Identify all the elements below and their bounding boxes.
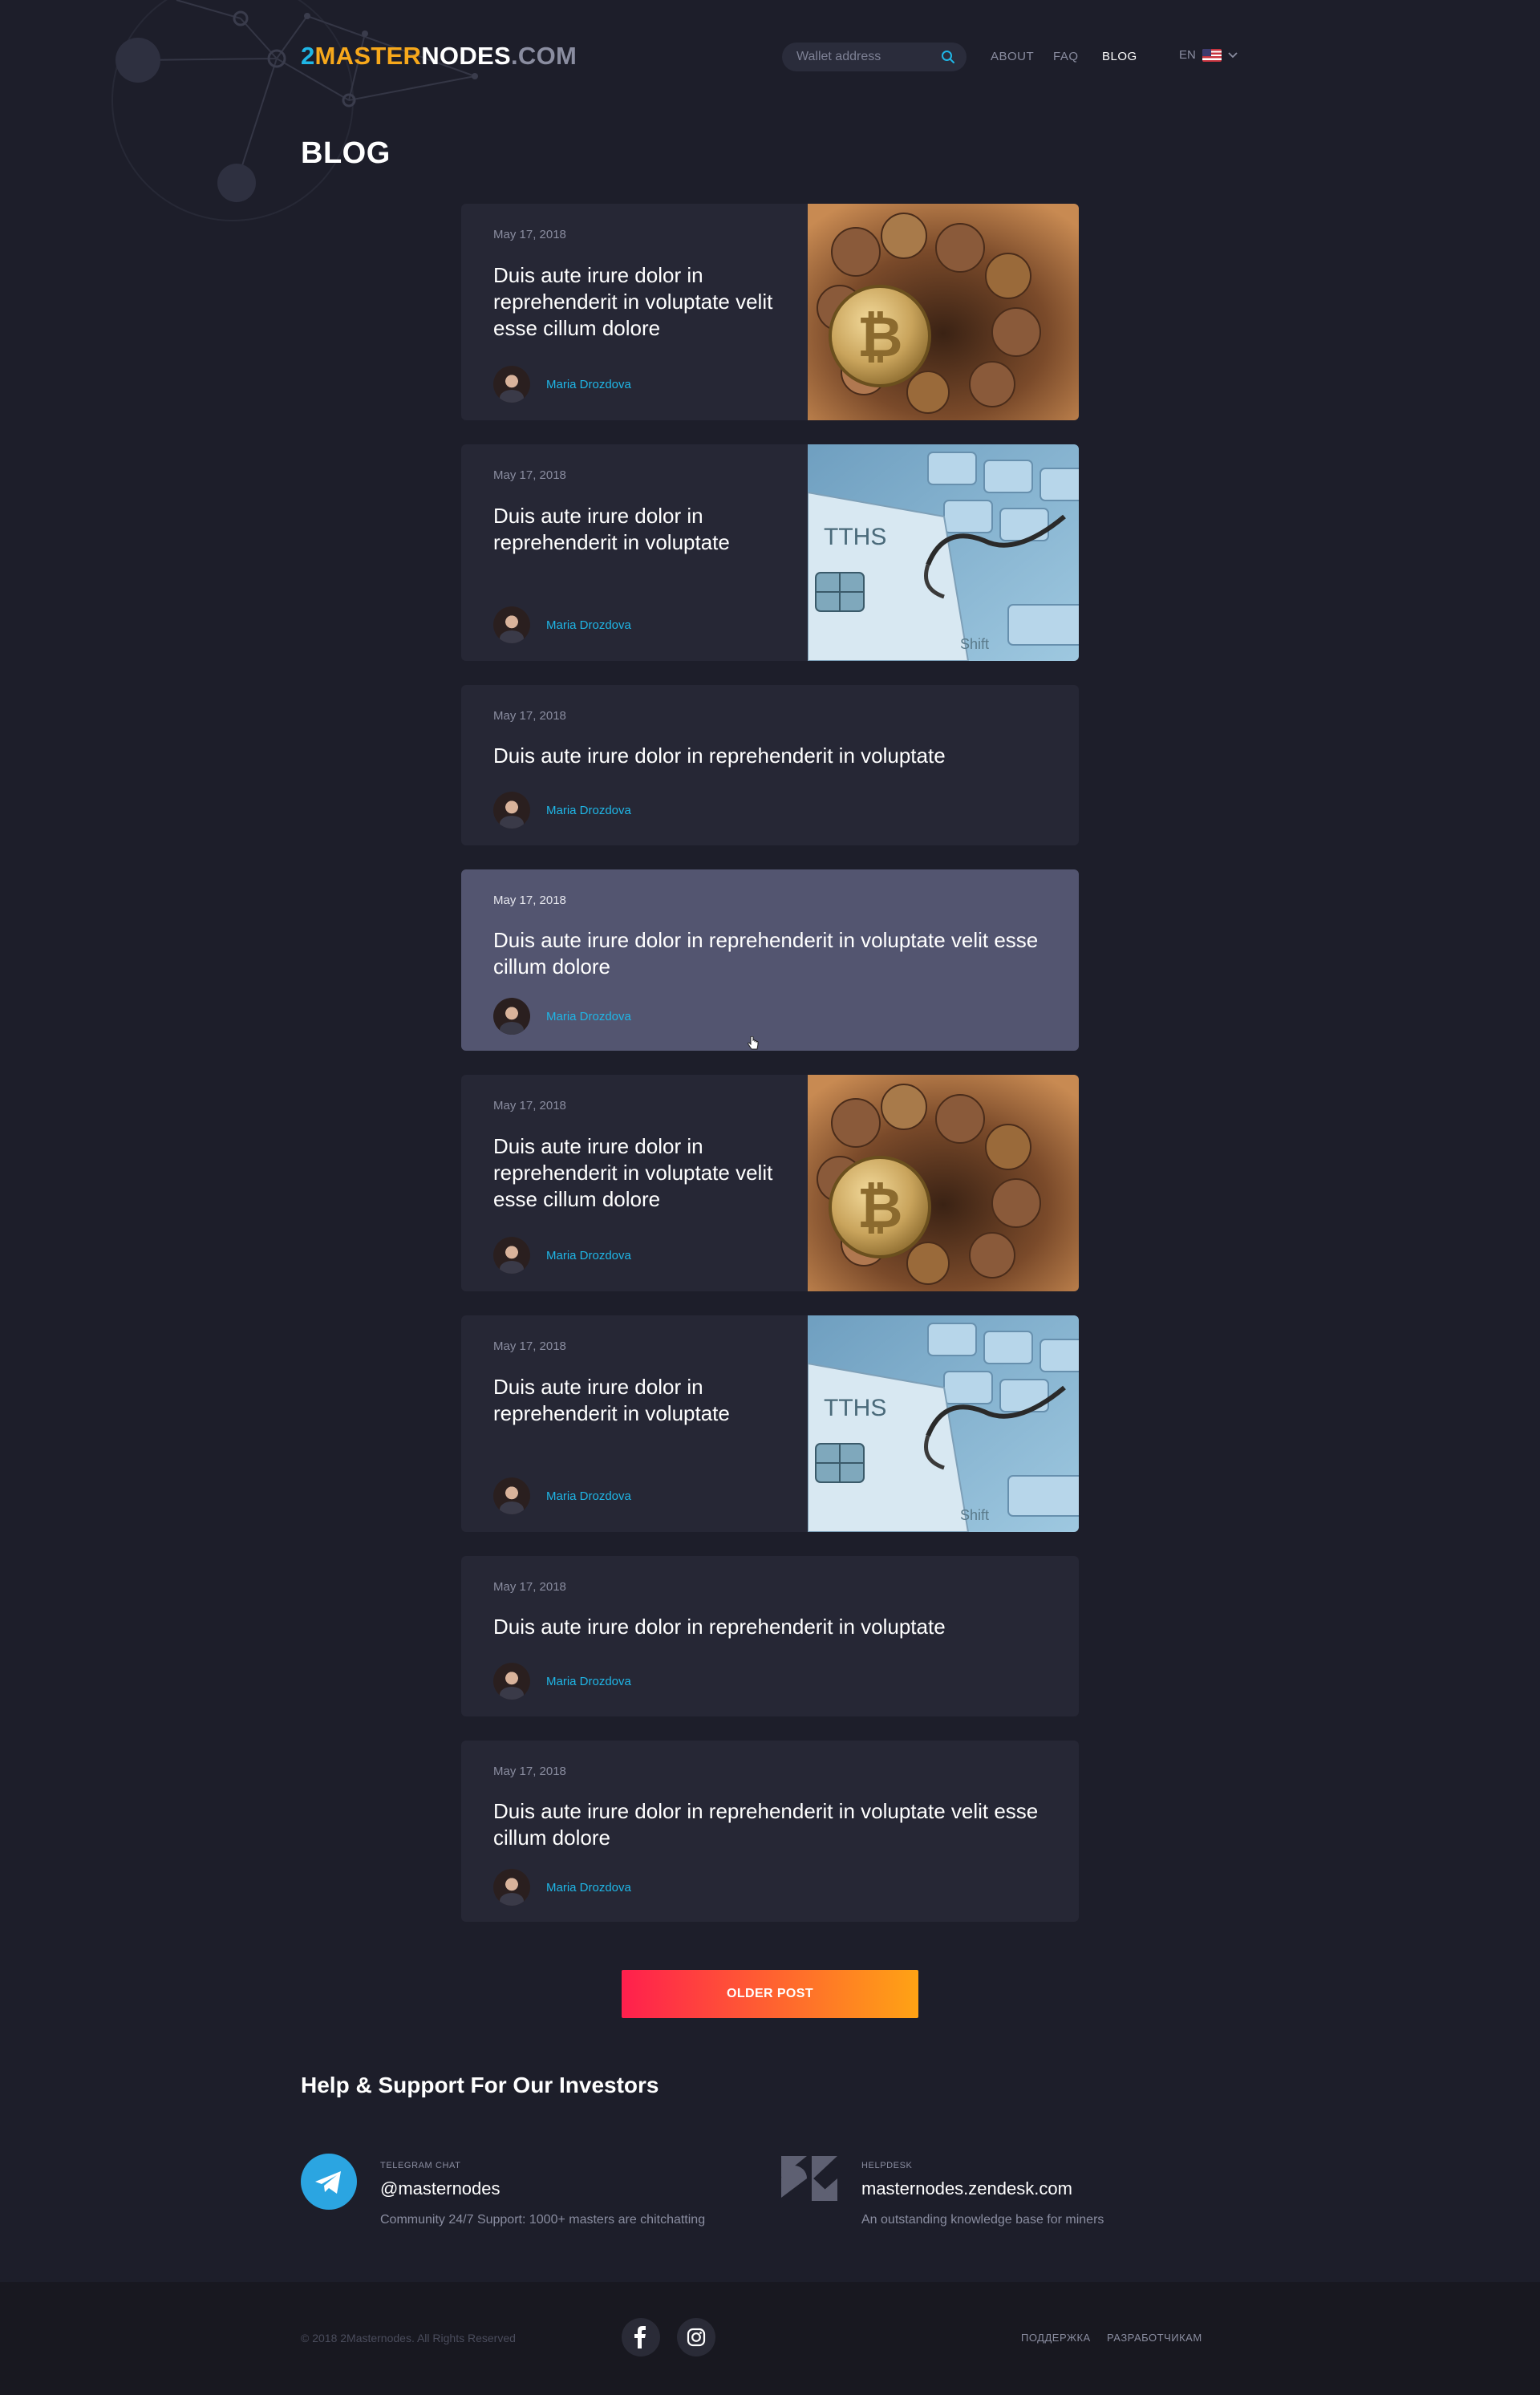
author-name[interactable]: Maria Drozdova [546, 1249, 631, 1262]
post-author[interactable]: Maria Drozdova [493, 366, 631, 403]
blog-post-card[interactable]: May 17, 2018 Duis aute irure dolor in re… [461, 869, 1079, 1051]
svg-text:₿: ₿ [857, 306, 902, 368]
helpdesk-description: An outstanding knowledge base for miners [861, 2213, 1104, 2227]
zendesk-icon[interactable] [781, 2156, 837, 2201]
footer-link-support[interactable]: ПОДДЕРЖКА [1021, 2332, 1091, 2344]
svg-text:Shift: Shift [960, 1507, 989, 1523]
blog-post-card[interactable]: May 17, 2018 Duis aute irure dolor in re… [461, 204, 1079, 420]
language-selector[interactable]: EN [1179, 48, 1238, 62]
post-author[interactable]: Maria Drozdova [493, 1869, 631, 1906]
post-title[interactable]: Duis aute irure dolor in reprehenderit i… [493, 1374, 782, 1427]
blog-post-card[interactable]: May 17, 2018 Duis aute irure dolor in re… [461, 1741, 1079, 1922]
post-date: May 17, 2018 [493, 1765, 566, 1778]
post-author[interactable]: Maria Drozdova [493, 1237, 631, 1274]
us-flag-icon [1202, 48, 1222, 62]
svg-text:TTHS: TTHS [824, 524, 886, 550]
post-date: May 17, 2018 [493, 709, 566, 723]
author-avatar [493, 366, 530, 403]
telegram-handle[interactable]: @masternodes [380, 2178, 500, 2199]
svg-text:TTHS: TTHS [824, 1395, 886, 1421]
nav-about[interactable]: ABOUT [991, 50, 1034, 63]
help-section-title: Help & Support For Our Investors [301, 2073, 659, 2097]
post-date: May 17, 2018 [493, 1580, 566, 1594]
instagram-button[interactable] [677, 2318, 715, 2357]
helpdesk-label: HELPDESK [861, 2161, 913, 2170]
post-title[interactable]: Duis aute irure dolor in reprehenderit i… [493, 743, 1055, 769]
post-date: May 17, 2018 [493, 1099, 566, 1112]
post-title[interactable]: Duis aute irure dolor in reprehenderit i… [493, 262, 782, 342]
author-avatar [493, 606, 530, 643]
phishing-card-image[interactable]: TTHS Shift [808, 1315, 1079, 1532]
page-title: BLOG [301, 136, 391, 170]
author-avatar [493, 792, 530, 829]
author-name[interactable]: Maria Drozdova [546, 1489, 631, 1503]
blog-post-card[interactable]: May 17, 2018 Duis aute irure dolor in re… [461, 685, 1079, 845]
logo-part-1: 2 [301, 42, 315, 70]
logo-part-4: .COM [510, 42, 578, 70]
search-icon[interactable] [941, 50, 955, 64]
language-code: EN [1179, 48, 1196, 62]
post-title[interactable]: Duis aute irure dolor in reprehenderit i… [493, 503, 782, 556]
wallet-search [782, 43, 967, 71]
post-title[interactable]: Duis aute irure dolor in reprehenderit i… [493, 927, 1055, 980]
author-avatar [493, 1477, 530, 1514]
post-date: May 17, 2018 [493, 1339, 566, 1353]
author-avatar [493, 1663, 530, 1700]
post-date: May 17, 2018 [493, 228, 566, 241]
post-author[interactable]: Maria Drozdova [493, 998, 631, 1035]
hand-cursor-icon [748, 1036, 759, 1050]
footer [0, 2282, 1540, 2395]
telegram-description: Community 24/7 Support: 1000+ masters ar… [380, 2213, 706, 2227]
blog-post-card[interactable]: May 17, 2018 Duis aute irure dolor in re… [461, 444, 1079, 661]
svg-text:₿: ₿ [857, 1177, 902, 1239]
telegram-icon[interactable] [301, 2154, 357, 2210]
post-date: May 17, 2018 [493, 468, 566, 482]
logo-part-3: NODES [421, 42, 511, 70]
chevron-down-icon [1228, 51, 1238, 58]
footer-link-developers[interactable]: РАЗРАБОТЧИКАМ [1107, 2332, 1202, 2344]
facebook-icon [634, 2326, 646, 2348]
post-title[interactable]: Duis aute irure dolor in reprehenderit i… [493, 1614, 1055, 1640]
post-title[interactable]: Duis aute irure dolor in reprehenderit i… [493, 1133, 782, 1213]
author-avatar [493, 1237, 530, 1274]
facebook-button[interactable] [622, 2318, 660, 2357]
blog-post-card[interactable]: May 17, 2018 Duis aute irure dolor in re… [461, 1556, 1079, 1716]
bitcoin-coins-image[interactable]: ₿ [808, 204, 1079, 420]
author-avatar [493, 998, 530, 1035]
blog-post-card[interactable]: May 17, 2018 Duis aute irure dolor in re… [461, 1075, 1079, 1291]
site-logo[interactable]: 2MASTERNODES.COM [301, 42, 577, 71]
post-date: May 17, 2018 [493, 894, 566, 907]
phishing-card-image[interactable]: TTHS Shift [808, 444, 1079, 661]
logo-part-2: MASTER [314, 42, 422, 70]
instagram-icon [687, 2328, 706, 2347]
telegram-label: TELEGRAM CHAT [380, 2161, 461, 2170]
author-avatar [493, 1869, 530, 1906]
author-name[interactable]: Maria Drozdova [546, 378, 631, 391]
wallet-address-input[interactable] [796, 43, 933, 71]
post-author[interactable]: Maria Drozdova [493, 606, 631, 643]
copyright-text: © 2018 2Masternodes. All Rights Reserved [301, 2332, 516, 2344]
author-name[interactable]: Maria Drozdova [546, 804, 631, 817]
nav-blog[interactable]: BLOG [1102, 50, 1137, 63]
author-name[interactable]: Maria Drozdova [546, 618, 631, 632]
older-post-button[interactable]: OLDER POST [622, 1970, 918, 2018]
svg-text:Shift: Shift [960, 636, 989, 652]
helpdesk-link[interactable]: masternodes.zendesk.com [861, 2178, 1072, 2199]
nav-faq[interactable]: FAQ [1053, 50, 1079, 63]
author-name[interactable]: Maria Drozdova [546, 1675, 631, 1688]
post-author[interactable]: Maria Drozdova [493, 1663, 631, 1700]
author-name[interactable]: Maria Drozdova [546, 1881, 631, 1895]
bitcoin-coins-image[interactable]: ₿ [808, 1075, 1079, 1291]
author-name[interactable]: Maria Drozdova [546, 1010, 631, 1023]
post-author[interactable]: Maria Drozdova [493, 792, 631, 829]
blog-post-card[interactable]: May 17, 2018 Duis aute irure dolor in re… [461, 1315, 1079, 1532]
post-author[interactable]: Maria Drozdova [493, 1477, 631, 1514]
post-title[interactable]: Duis aute irure dolor in reprehenderit i… [493, 1798, 1055, 1851]
